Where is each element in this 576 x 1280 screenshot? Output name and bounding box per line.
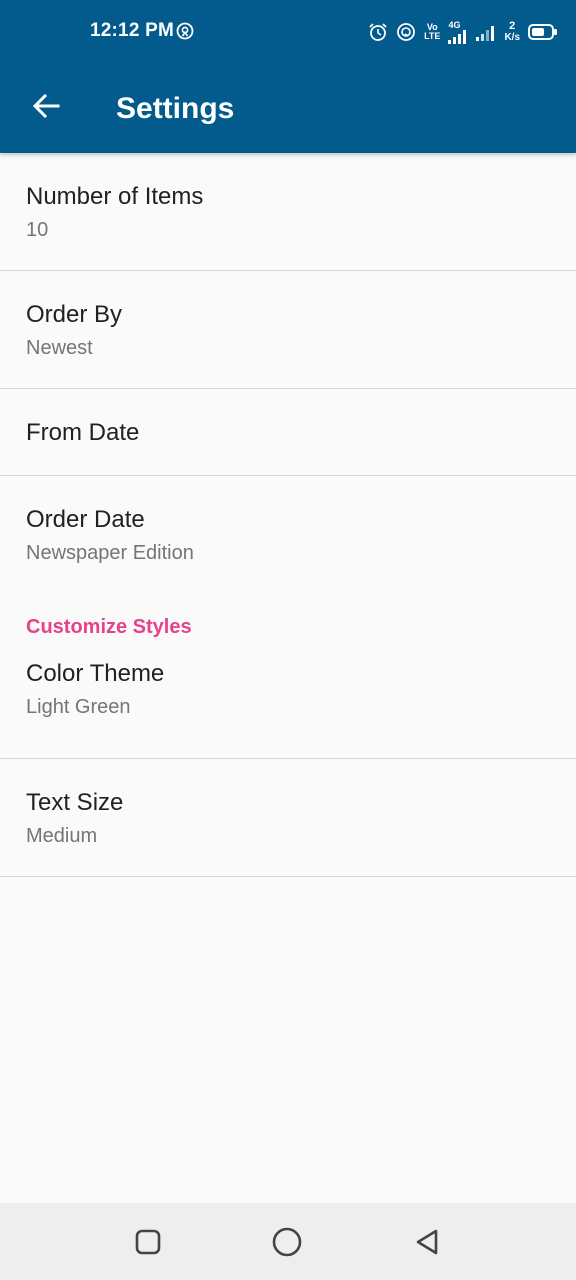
- setting-value: Light Green: [26, 696, 131, 718]
- setting-value: Newest: [26, 337, 93, 359]
- network-type: 4G: [448, 19, 461, 30]
- setting-title: Text Size: [26, 789, 124, 816]
- square-icon: [135, 1229, 161, 1255]
- signal-bars-icon: [448, 29, 467, 44]
- setting-color-theme[interactable]: Color Theme Light Green: [0, 646, 576, 759]
- setting-order-date[interactable]: Order Date Newspaper Edition: [0, 476, 576, 594]
- setting-title: Order Date: [26, 506, 145, 533]
- setting-value: 10: [26, 219, 49, 241]
- settings-screen: 12:12 PM Vo LTE 4G 2 K/s Settings Number…: [0, 0, 576, 1280]
- signal-bars-icon: [476, 26, 495, 41]
- setting-title: Order By: [26, 301, 123, 328]
- volte-badge: Vo LTE: [424, 23, 440, 41]
- hotspot-icon: [397, 23, 415, 41]
- signal-4g: 4G: [448, 19, 468, 44]
- circle-icon: [272, 1227, 302, 1257]
- setting-title: Color Theme: [26, 660, 165, 687]
- recents-button[interactable]: [131, 1225, 165, 1259]
- setting-order-by[interactable]: Order By Newest: [0, 271, 576, 389]
- system-nav-bar: [0, 1203, 576, 1280]
- setting-number-of-items[interactable]: Number of Items 10: [0, 153, 576, 271]
- category-customize-styles: Customize Styles: [0, 594, 576, 646]
- setting-from-date[interactable]: From Date: [0, 389, 576, 476]
- app-header: 12:12 PM Vo LTE 4G 2 K/s Settings: [0, 0, 576, 153]
- setting-title: Number of Items: [26, 183, 204, 210]
- battery-icon: [528, 24, 557, 40]
- speed-value: 2: [509, 20, 516, 32]
- triangle-back-icon: [416, 1229, 438, 1255]
- network-speed: 2 K/s: [504, 20, 520, 44]
- setting-value: Medium: [26, 825, 98, 847]
- volte-bottom: LTE: [424, 31, 441, 41]
- speed-unit: K/s: [504, 32, 520, 43]
- hotspot-icon: [176, 22, 194, 40]
- arrow-left-icon: [32, 93, 60, 119]
- setting-title: From Date: [26, 419, 140, 446]
- alarm-icon: [369, 23, 387, 41]
- back-nav-button[interactable]: [410, 1225, 444, 1259]
- category-label: Customize Styles: [26, 616, 192, 638]
- status-icons: Vo LTE 4G 2 K/s: [368, 18, 558, 46]
- status-time: 12:12 PM: [90, 20, 174, 41]
- setting-value: Newspaper Edition: [26, 542, 194, 564]
- settings-list: Number of Items 10 Order By Newest From …: [0, 153, 576, 877]
- home-button[interactable]: [270, 1225, 304, 1259]
- page-title: Settings: [116, 92, 235, 125]
- back-button[interactable]: [22, 82, 70, 130]
- setting-text-size[interactable]: Text Size Medium: [0, 759, 576, 877]
